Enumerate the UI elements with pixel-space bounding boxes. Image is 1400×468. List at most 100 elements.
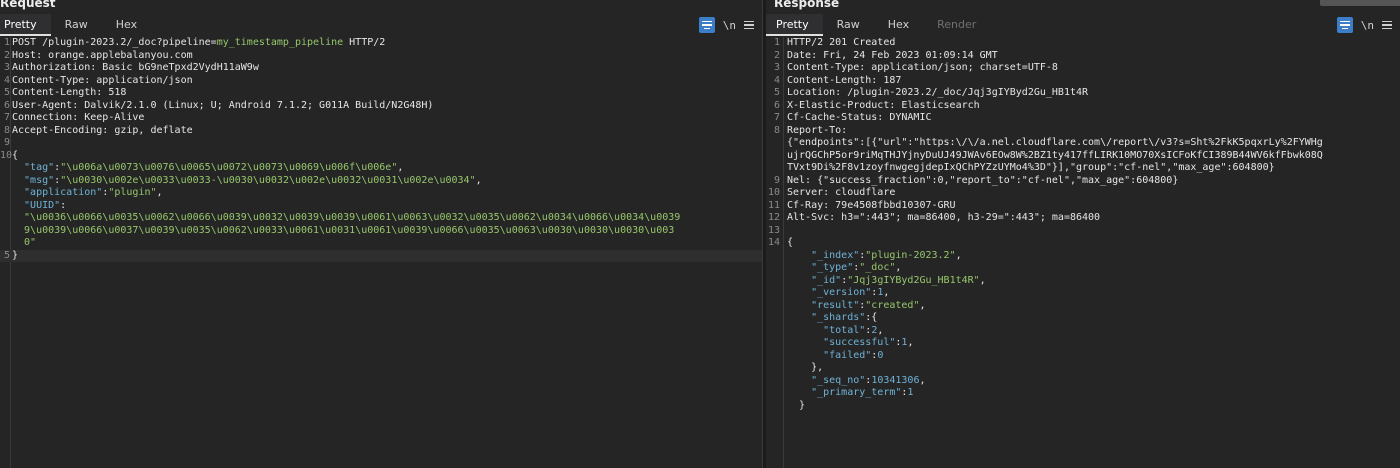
line-content: HTTP/2 201 Created xyxy=(787,37,1400,50)
tab-raw[interactable]: Raw xyxy=(51,14,102,36)
code-line: 9 xyxy=(0,137,762,150)
line-content: 9\u0039\u0066\u0037\u0039\u0035\u0062\u0… xyxy=(12,225,762,238)
line-content: X-Elastic-Product: Elasticsearch xyxy=(787,100,1400,113)
code-line: 6 X-Elastic-Product: Elasticsearch xyxy=(766,100,1400,113)
menu-icon[interactable] xyxy=(744,20,754,30)
code-token: 1 xyxy=(907,387,914,398)
line-content: "_shards":{ xyxy=(787,312,1400,325)
line-content: } xyxy=(12,250,762,263)
code-token: "Jqj3gIYByd2Gu_HB1t4R" xyxy=(847,274,980,286)
line-content: Content-Type: application/json xyxy=(12,75,762,88)
line-number: 1 xyxy=(3,37,10,48)
code-token: Host: orange.applebalanyou.com xyxy=(12,49,193,61)
code-line: "_primary_term":1 xyxy=(766,387,1400,400)
line-content: "successful":1, xyxy=(787,337,1400,350)
line-number: 2 xyxy=(773,49,780,61)
code-token: "_doc" xyxy=(859,262,896,273)
code-line: 4 Content-Type: application/json xyxy=(0,75,762,88)
line-number: 6 xyxy=(3,99,10,111)
menu-icon[interactable] xyxy=(1382,20,1392,30)
code-line: 5 Content-Length: 518 xyxy=(0,87,762,100)
line-number: 1 xyxy=(773,37,780,48)
code-line: TVxt9Di%2F8v1zoyfnwgegjdepIxQChPYZzUYMo4… xyxy=(766,162,1400,175)
response-title: Response xyxy=(774,0,840,10)
code-token: :{ xyxy=(865,312,878,323)
code-line: "_id":"Jqj3gIYByd2Gu_HB1t4R", xyxy=(766,275,1400,288)
code-line: "total":2, xyxy=(766,325,1400,338)
code-line: 5 Location: /plugin-2023.2/_doc/Jqj3gIYBy… xyxy=(766,87,1400,100)
code-token: , xyxy=(979,274,986,286)
tab-hex[interactable]: Hex xyxy=(874,14,923,36)
code-token: Nel: {"success_fraction":0,"report_to":"… xyxy=(787,174,1179,186)
line-content: Server: cloudflare xyxy=(787,187,1400,200)
line-number: 5 xyxy=(3,249,10,261)
line-number: 7 xyxy=(773,112,780,123)
code-line: 12 Alt-Svc: h3=":443"; ma=86400, h3-29=":… xyxy=(766,212,1400,225)
code-token: Content-Length: 187 xyxy=(787,74,902,86)
line-content: Nel: {"success_fraction":0,"report_to":"… xyxy=(787,175,1400,188)
code-token: X-Elastic-Product: Elasticsearch xyxy=(787,99,980,111)
code-token: "_seq_no" xyxy=(787,374,866,386)
line-content: "_version":1, xyxy=(787,287,1400,300)
code-token: "failed" xyxy=(787,349,872,361)
code-token: { xyxy=(12,149,19,161)
line-number: 4 xyxy=(3,74,10,86)
show-newlines-button[interactable]: \n xyxy=(723,19,736,32)
line-content: { xyxy=(787,237,1400,250)
response-toolbar: \n xyxy=(1336,15,1392,35)
code-token: POST /plugin-2023.2/_doc?pipeline= xyxy=(12,37,217,48)
response-editor[interactable]: 1 HTTP/2 201 Created 2 Date: Fri, 24 Feb 20… xyxy=(766,37,1400,468)
code-token: "result" xyxy=(787,299,860,311)
tab-hex[interactable]: Hex xyxy=(102,14,151,36)
line-content: TVxt9Di%2F8v1zoyfnwgegjdepIxQChPYZzUYMo4… xyxy=(787,162,1400,175)
code-token: "created" xyxy=(865,299,920,311)
tab-render[interactable]: Render xyxy=(923,14,990,36)
line-content: Report-To: xyxy=(787,125,1400,138)
code-line: 8 Report-To: xyxy=(766,125,1400,138)
line-content: "_index":"plugin-2023.2", xyxy=(787,250,1400,263)
line-number: 5 xyxy=(3,87,10,98)
line-content: POST /plugin-2023.2/_doc?pipeline=my_tim… xyxy=(12,37,762,50)
wrap-lines-icon[interactable] xyxy=(698,17,715,33)
code-token: "\u0036\u0066\u0035\u0062\u0066\u0039\u0… xyxy=(12,212,681,223)
code-line: {"endpoints":[{"url":"https:\/\/a.nel.cl… xyxy=(766,137,1400,150)
code-token: Alt-Svc: h3=":443"; ma=86400, h3-29=":44… xyxy=(787,212,1101,223)
line-content: User-Agent: Dalvik/2.1.0 (Linux; U; Andr… xyxy=(12,100,762,113)
code-line: "msg":"\u0030\u002e\u0033\u0033-\u0030\u… xyxy=(0,175,762,188)
code-token: TVxt9Di%2F8v1zoyfnwgegjdepIxQChPYZzUYMo4… xyxy=(787,162,1275,173)
line-number: 9 xyxy=(3,137,10,148)
wrap-lines-icon[interactable] xyxy=(1336,17,1353,33)
show-newlines-button[interactable]: \n xyxy=(1361,19,1374,32)
request-editor[interactable]: 1 POST /plugin-2023.2/_doc?pipeline=my_ti… xyxy=(0,37,762,468)
code-token: "plugin-2023.2" xyxy=(865,249,956,261)
code-token: Accept-Encoding: gzip, deflate xyxy=(12,124,193,136)
line-content: "_seq_no":10341306, xyxy=(787,375,1400,388)
line-number: 8 xyxy=(773,124,780,136)
code-token: {"endpoints":[{"url":"https:\/\/a.nel.cl… xyxy=(787,137,1323,148)
scrollbar-handle[interactable] xyxy=(1320,0,1400,6)
line-content: "_type":"_doc", xyxy=(787,262,1400,275)
code-token: User-Agent: Dalvik/2.1.0 (Linux; U; Andr… xyxy=(12,99,434,111)
line-content: { xyxy=(12,150,762,163)
code-line: 9 Nel: {"success_fraction":0,"report_to":… xyxy=(766,175,1400,188)
request-title: Request xyxy=(0,0,56,10)
line-content: "total":2, xyxy=(787,325,1400,338)
tab-pretty[interactable]: Pretty xyxy=(766,14,823,36)
code-token: ujrQGChP5or9riMqTHJYjnyDuUJ49JWAv6EOw8W%… xyxy=(787,149,1323,161)
code-line: "result":"created", xyxy=(766,300,1400,313)
line-number: 6 xyxy=(773,99,780,111)
tab-pretty[interactable]: Pretty xyxy=(0,14,51,36)
code-line: 4 Content-Length: 187 xyxy=(766,75,1400,88)
code-line: "_seq_no":10341306, xyxy=(766,375,1400,388)
code-line: 2 Host: orange.applebalanyou.com xyxy=(0,50,762,63)
code-token: "msg" xyxy=(12,174,55,186)
line-number: 13 xyxy=(767,224,780,236)
line-content: Connection: Keep-Alive xyxy=(12,112,762,125)
code-line: } xyxy=(766,400,1400,413)
code-line: 5} xyxy=(0,249,762,263)
code-token: 0" xyxy=(12,237,37,248)
line-number: 10 xyxy=(0,149,13,161)
line-content: "failed":0 xyxy=(787,350,1400,363)
code-token: , xyxy=(907,337,914,348)
tab-raw[interactable]: Raw xyxy=(823,14,874,36)
